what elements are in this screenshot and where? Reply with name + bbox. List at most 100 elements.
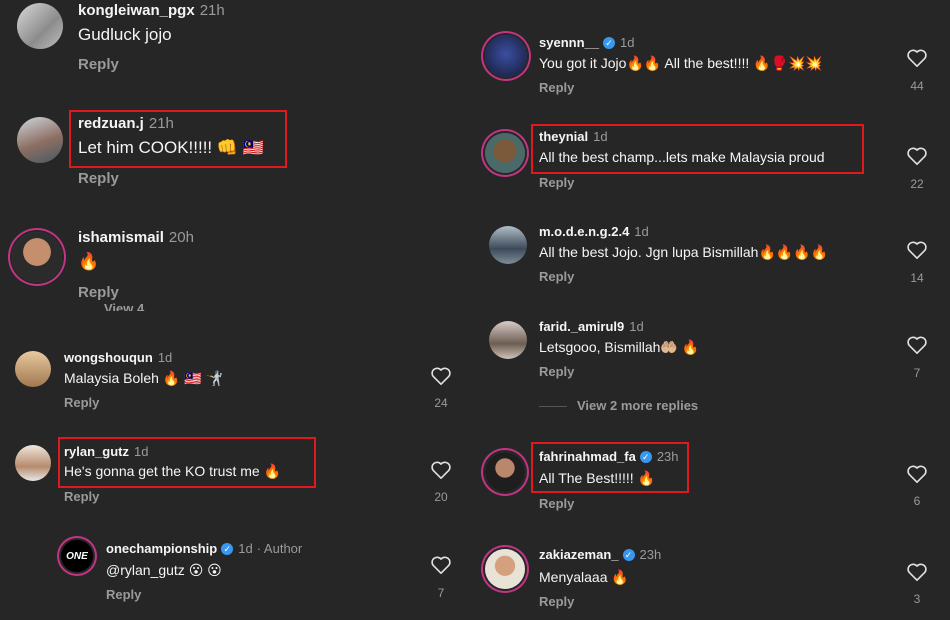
reply-button[interactable]: Reply <box>78 170 119 187</box>
reply-button[interactable]: Reply <box>539 594 574 609</box>
avatar[interactable] <box>17 3 63 49</box>
comment-username[interactable]: kongleiwan_pgx 21h <box>78 2 225 19</box>
comment-time: 23h <box>656 449 679 464</box>
comment-time: 1d <box>619 35 635 50</box>
comment-username[interactable]: theynial 1d <box>539 129 608 144</box>
like-count: 14 <box>910 271 924 285</box>
avatar[interactable]: ONE <box>61 540 93 572</box>
avatar[interactable] <box>15 445 51 481</box>
like-count: 44 <box>910 79 924 93</box>
comment-username[interactable]: syennn__ ✓ 1d <box>539 35 634 50</box>
heart-outline-icon[interactable] <box>906 335 928 355</box>
heart-outline-icon[interactable] <box>906 48 928 68</box>
comment-time: 1d <box>134 444 149 459</box>
heart-outline-icon[interactable] <box>906 562 928 582</box>
avatar[interactable] <box>485 549 525 589</box>
divider-line <box>539 406 567 408</box>
username-text[interactable]: zakiazeman_ <box>539 547 619 562</box>
like-count: 7 <box>437 586 445 600</box>
comment-text: All The Best!!!!! 🔥 <box>539 470 655 486</box>
comment-username[interactable]: onechampionship ✓ 1d · Author <box>106 541 302 556</box>
comment-text: He's gonna get the KO trust me 🔥 <box>64 463 281 479</box>
comment-username[interactable]: redzuan.j 21h <box>78 115 174 132</box>
username-text[interactable]: onechampionship <box>106 541 217 556</box>
username-text[interactable]: theynial <box>539 129 588 144</box>
reply-button[interactable]: Reply <box>78 284 119 301</box>
comment-username[interactable]: zakiazeman_ ✓ 23h <box>539 547 661 562</box>
view-more-label[interactable]: View 2 more replies <box>577 398 698 413</box>
comment-time: 20h <box>168 229 194 246</box>
username-text[interactable]: kongleiwan_pgx <box>78 2 195 19</box>
comment-username[interactable]: m.o.d.e.n.g.2.4 1d <box>539 224 649 239</box>
comment-text: Malaysia Boleh 🔥 🇲🇾 🤺 <box>64 370 223 386</box>
heart-outline-icon[interactable] <box>906 464 928 484</box>
comment-username[interactable]: ishamismail 20h <box>78 229 194 246</box>
like-count: 6 <box>913 494 921 508</box>
verified-badge-icon: ✓ <box>221 543 234 555</box>
comment-text: All the best champ...lets make Malaysia … <box>539 149 825 165</box>
comment-username[interactable]: farid._amirul9 1d <box>539 319 644 334</box>
avatar[interactable] <box>15 351 51 387</box>
comment-text: Gudluck jojo <box>78 25 172 44</box>
reply-button[interactable]: Reply <box>64 395 99 410</box>
reply-button[interactable]: Reply <box>539 80 574 95</box>
comment-text: @rylan_gutz 😮 😮 <box>106 562 222 578</box>
comment-time: 21h <box>199 2 225 19</box>
verified-badge-icon: ✓ <box>622 549 635 561</box>
comment-time: 21h <box>148 115 174 132</box>
username-text[interactable]: ishamismail <box>78 229 164 246</box>
username-text[interactable]: wongshouqun <box>64 350 153 365</box>
username-text[interactable]: rylan_gutz <box>64 444 129 459</box>
avatar[interactable] <box>485 452 525 492</box>
comment-time: 1d <box>629 319 644 334</box>
comment-text: 🔥 <box>78 252 100 272</box>
comment-text: All the best Jojo. Jgn lupa Bismillah🔥🔥🔥… <box>539 244 829 260</box>
like-count: 7 <box>913 366 921 380</box>
avatar[interactable] <box>12 232 62 282</box>
like-count: 20 <box>434 490 448 504</box>
reply-button[interactable]: Reply <box>106 587 141 602</box>
avatar[interactable] <box>489 226 527 264</box>
comment-text: Menyalaaa 🔥 <box>539 569 629 585</box>
comment-text: You got it Jojo🔥🔥 All the best!!!! 🔥🥊💥💥 <box>539 55 823 71</box>
reply-button[interactable]: Reply <box>539 364 574 379</box>
username-text[interactable]: syennn__ <box>539 35 599 50</box>
username-text[interactable]: redzuan.j <box>78 115 144 132</box>
comment-text: Letsgooo, Bismillah🤲🏼 🔥 <box>539 339 700 355</box>
verified-badge-icon: ✓ <box>602 37 615 49</box>
view-more-replies[interactable]: View 4 more replies <box>104 301 146 311</box>
comment-time: 1d <box>157 350 173 365</box>
view-more-replies[interactable]: View 2 more replies <box>539 398 698 413</box>
reply-button[interactable]: Reply <box>539 175 574 190</box>
avatar[interactable] <box>489 321 527 359</box>
comment-time: 1d <box>634 224 649 239</box>
comment-time: 1d <box>238 541 253 556</box>
one-logo: ONE <box>66 550 88 562</box>
avatar[interactable] <box>485 35 527 77</box>
author-badge: · Author <box>256 541 303 556</box>
heart-outline-icon[interactable] <box>430 555 452 575</box>
reply-button[interactable]: Reply <box>539 269 574 284</box>
heart-outline-icon[interactable] <box>430 366 452 386</box>
username-text[interactable]: fahrinahmad_fa <box>539 449 636 464</box>
avatar[interactable] <box>17 117 63 163</box>
like-count: 22 <box>910 177 924 191</box>
avatar[interactable] <box>485 133 525 173</box>
comment-username[interactable]: rylan_gutz 1d <box>64 444 148 459</box>
comment-time: 1d <box>593 129 608 144</box>
heart-outline-icon[interactable] <box>906 146 928 166</box>
like-count: 24 <box>434 396 448 410</box>
comment-time: 23h <box>639 547 662 562</box>
reply-button[interactable]: Reply <box>64 489 99 504</box>
reply-button[interactable]: Reply <box>78 56 119 73</box>
comment-username[interactable]: fahrinahmad_fa ✓ 23h <box>539 449 679 464</box>
username-text[interactable]: m.o.d.e.n.g.2.4 <box>539 224 629 239</box>
comment-text: Let him COOK!!!!! 👊 🇲🇾 <box>78 138 264 157</box>
username-text[interactable]: farid._amirul9 <box>539 319 624 334</box>
verified-badge-icon: ✓ <box>639 451 652 463</box>
like-count: 3 <box>913 592 921 606</box>
heart-outline-icon[interactable] <box>430 460 452 480</box>
reply-button[interactable]: Reply <box>539 496 574 511</box>
heart-outline-icon[interactable] <box>906 240 928 260</box>
comment-username[interactable]: wongshouqun 1d <box>64 350 172 365</box>
